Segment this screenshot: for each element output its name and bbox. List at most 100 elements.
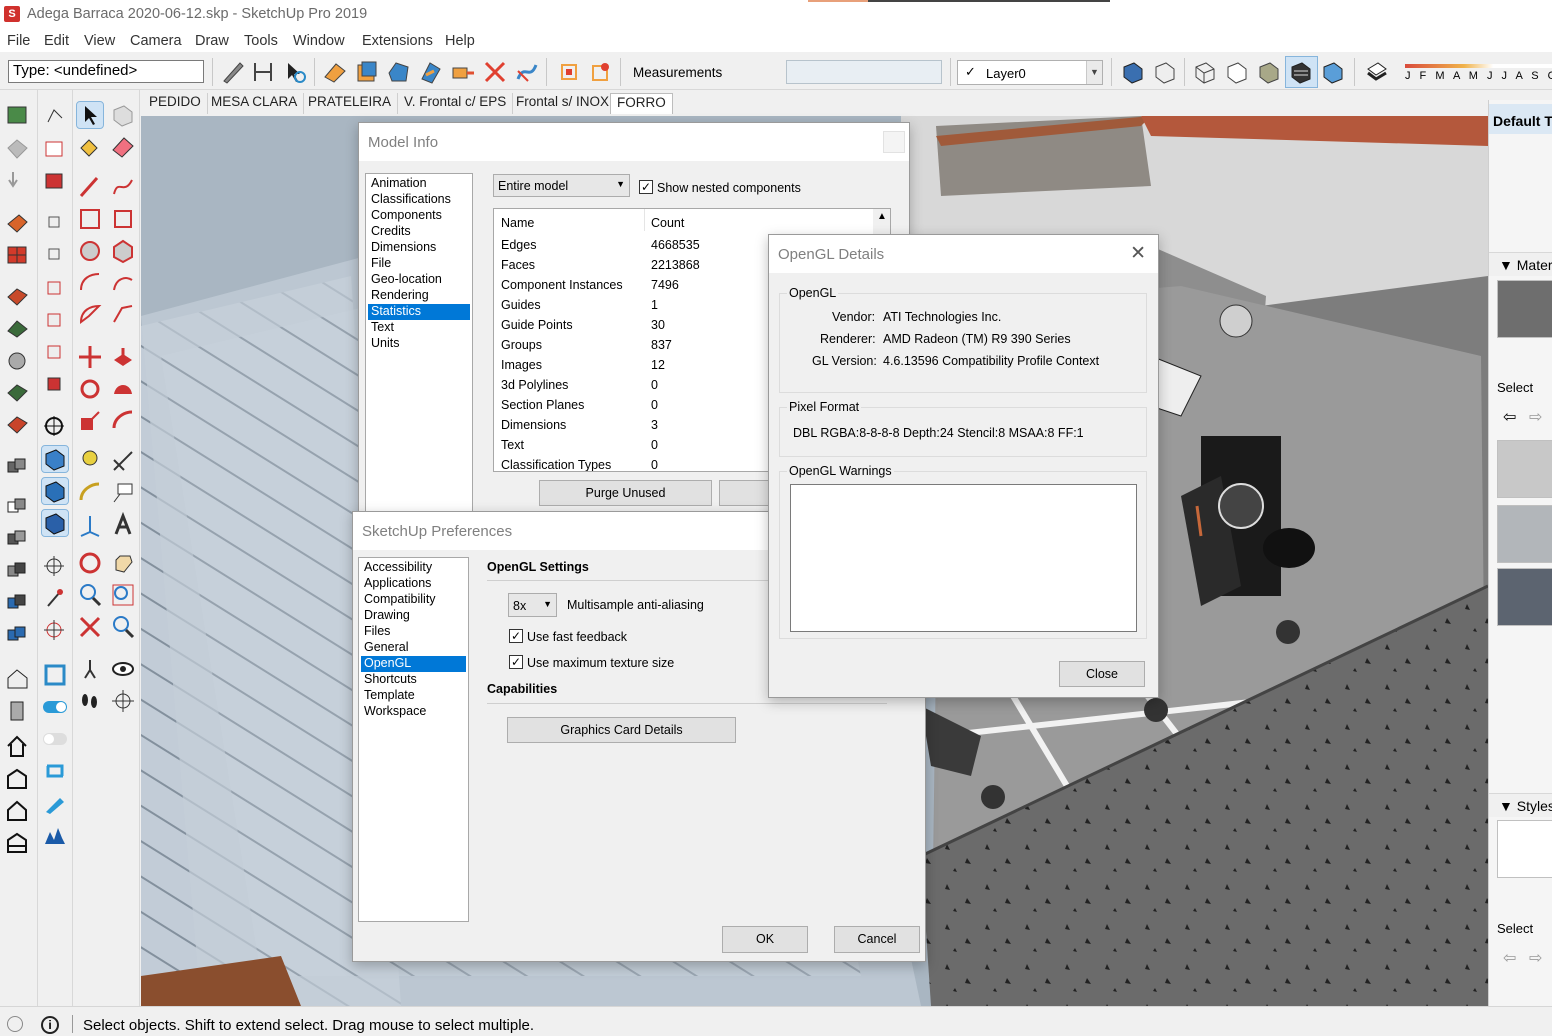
terrain2-icon[interactable] bbox=[5, 315, 31, 341]
close-button[interactable]: Close bbox=[1059, 661, 1145, 687]
pie-tool-icon[interactable] bbox=[77, 302, 103, 328]
rotate-tool-icon[interactable] bbox=[77, 376, 103, 402]
push-pull-icon[interactable] bbox=[110, 344, 136, 370]
menu-draw[interactable]: Draw bbox=[195, 33, 229, 49]
select-tab[interactable]: Select bbox=[1497, 921, 1533, 936]
measurements-box[interactable] bbox=[786, 60, 942, 84]
eyedropper-icon[interactable] bbox=[42, 790, 68, 816]
close-icon[interactable] bbox=[883, 131, 905, 153]
menu-tools[interactable]: Tools bbox=[244, 33, 278, 49]
tag-icon[interactable] bbox=[5, 136, 31, 162]
drape-icon[interactable] bbox=[5, 411, 31, 437]
compass-icon[interactable] bbox=[42, 618, 68, 644]
refresh-icon[interactable] bbox=[42, 758, 68, 784]
nav-item[interactable]: Template bbox=[361, 688, 466, 704]
circle-tool-icon[interactable] bbox=[77, 238, 103, 264]
2pt-arc-icon[interactable] bbox=[110, 270, 136, 296]
shaded-icon[interactable] bbox=[1256, 59, 1282, 85]
scroll-up-icon[interactable]: ▲ bbox=[877, 211, 887, 222]
terrain-icon[interactable] bbox=[5, 283, 31, 309]
pin-icon[interactable] bbox=[42, 586, 68, 612]
nav-item[interactable]: Text bbox=[368, 320, 470, 336]
nav-item[interactable]: Applications bbox=[361, 576, 466, 592]
scissors-icon[interactable] bbox=[482, 59, 508, 85]
nav-item[interactable]: Compatibility bbox=[361, 592, 466, 608]
flip3-icon[interactable] bbox=[42, 340, 68, 366]
section-cut-icon[interactable] bbox=[41, 477, 69, 505]
freehand-tool-icon[interactable] bbox=[110, 174, 136, 200]
dimension-tool-icon[interactable] bbox=[110, 448, 136, 474]
ok-button[interactable]: OK bbox=[722, 926, 808, 953]
splash-icon[interactable] bbox=[42, 822, 68, 848]
menu-view[interactable]: View bbox=[84, 33, 115, 49]
section-fill-icon[interactable] bbox=[41, 509, 69, 537]
look-around-icon[interactable] bbox=[110, 656, 136, 682]
warehouse-icon[interactable] bbox=[5, 102, 31, 128]
info-icon[interactable]: i bbox=[41, 1016, 59, 1034]
small-box2-icon[interactable] bbox=[42, 242, 68, 268]
nav-item[interactable]: Rendering bbox=[368, 288, 470, 304]
nav-item[interactable]: Geo-location bbox=[368, 272, 470, 288]
scene-tab[interactable]: V. Frontal c/ EPS bbox=[398, 93, 514, 114]
polygon-tool-icon[interactable] bbox=[110, 238, 136, 264]
solid-split-icon[interactable] bbox=[5, 590, 31, 616]
menu-window[interactable]: Window bbox=[293, 33, 345, 49]
nav-item[interactable]: Components bbox=[368, 208, 470, 224]
material-swatch[interactable] bbox=[1497, 505, 1552, 563]
shape-icon[interactable] bbox=[386, 59, 412, 85]
chevron-down-icon[interactable]: ▼ bbox=[1086, 61, 1102, 84]
nav-item[interactable]: Files bbox=[361, 624, 466, 640]
zoom-extents-icon[interactable] bbox=[77, 614, 103, 640]
material-swatch[interactable] bbox=[1497, 440, 1552, 498]
3d-text-tool-icon[interactable] bbox=[110, 511, 136, 538]
back-edges-icon[interactable] bbox=[1152, 59, 1178, 85]
xray-icon[interactable] bbox=[1120, 59, 1146, 85]
select-arrow-icon[interactable] bbox=[282, 59, 308, 85]
shadows-icon[interactable] bbox=[1364, 59, 1390, 85]
solid-trim-icon[interactable] bbox=[5, 558, 31, 584]
small-box-icon[interactable] bbox=[42, 210, 68, 236]
max-texture-checkbox[interactable]: ✓ bbox=[509, 655, 523, 669]
follow-me-tool-icon[interactable] bbox=[110, 376, 136, 402]
close-icon[interactable]: ✕ bbox=[1130, 242, 1146, 265]
materials-panel-header[interactable]: ▼ Materials bbox=[1489, 252, 1552, 276]
nav-item[interactable]: Credits bbox=[368, 224, 470, 240]
pencil-icon[interactable] bbox=[220, 59, 246, 85]
menu-extensions[interactable]: Extensions bbox=[362, 33, 433, 49]
select-tool-icon[interactable] bbox=[76, 101, 104, 129]
nav-item[interactable]: Classifications bbox=[368, 192, 470, 208]
scene-tab[interactable]: MESA CLARA bbox=[205, 93, 305, 114]
nav-item[interactable]: General bbox=[361, 640, 466, 656]
rectangle-tool-icon[interactable] bbox=[77, 206, 103, 232]
fast-feedback-checkbox[interactable]: ✓ bbox=[509, 629, 523, 643]
arc-tool-icon[interactable] bbox=[77, 270, 103, 296]
zoom-tool-icon[interactable] bbox=[77, 582, 103, 608]
section-icon[interactable] bbox=[556, 59, 582, 85]
pan-tool-icon[interactable] bbox=[110, 550, 136, 576]
house-3d-icon[interactable] bbox=[5, 666, 31, 692]
axis-icon[interactable] bbox=[42, 554, 68, 580]
nav-item[interactable]: File bbox=[368, 256, 470, 272]
nav-item[interactable]: Accessibility bbox=[361, 560, 466, 576]
download-icon[interactable] bbox=[5, 168, 31, 194]
solid-subtract-icon[interactable] bbox=[5, 494, 31, 520]
nav-item[interactable]: Dimensions bbox=[368, 240, 470, 256]
scene-tab[interactable]: PRATELEIRA bbox=[302, 93, 399, 114]
menu-edit[interactable]: Edit bbox=[44, 33, 69, 49]
section-plane-icon[interactable] bbox=[41, 445, 69, 473]
building-icon[interactable] bbox=[5, 766, 31, 792]
scale-tool-icon[interactable] bbox=[77, 408, 103, 434]
component-icon[interactable] bbox=[110, 102, 136, 128]
position-icon[interactable] bbox=[110, 688, 136, 714]
nav-item[interactable]: Shortcuts bbox=[361, 672, 466, 688]
orbit-tool-icon[interactable] bbox=[77, 550, 103, 576]
layer-dropdown[interactable]: ✓ Layer0 ▼ bbox=[957, 60, 1103, 85]
follow-me-icon[interactable] bbox=[514, 59, 540, 85]
textured-icon[interactable] bbox=[1288, 59, 1314, 85]
text-tool-icon[interactable] bbox=[110, 480, 136, 506]
solid-union-icon[interactable] bbox=[5, 454, 31, 480]
roof-icon[interactable] bbox=[5, 830, 31, 856]
walk-icon[interactable] bbox=[77, 656, 103, 682]
wireframe-icon[interactable] bbox=[1192, 59, 1218, 85]
tape-measure-icon[interactable] bbox=[77, 448, 103, 474]
